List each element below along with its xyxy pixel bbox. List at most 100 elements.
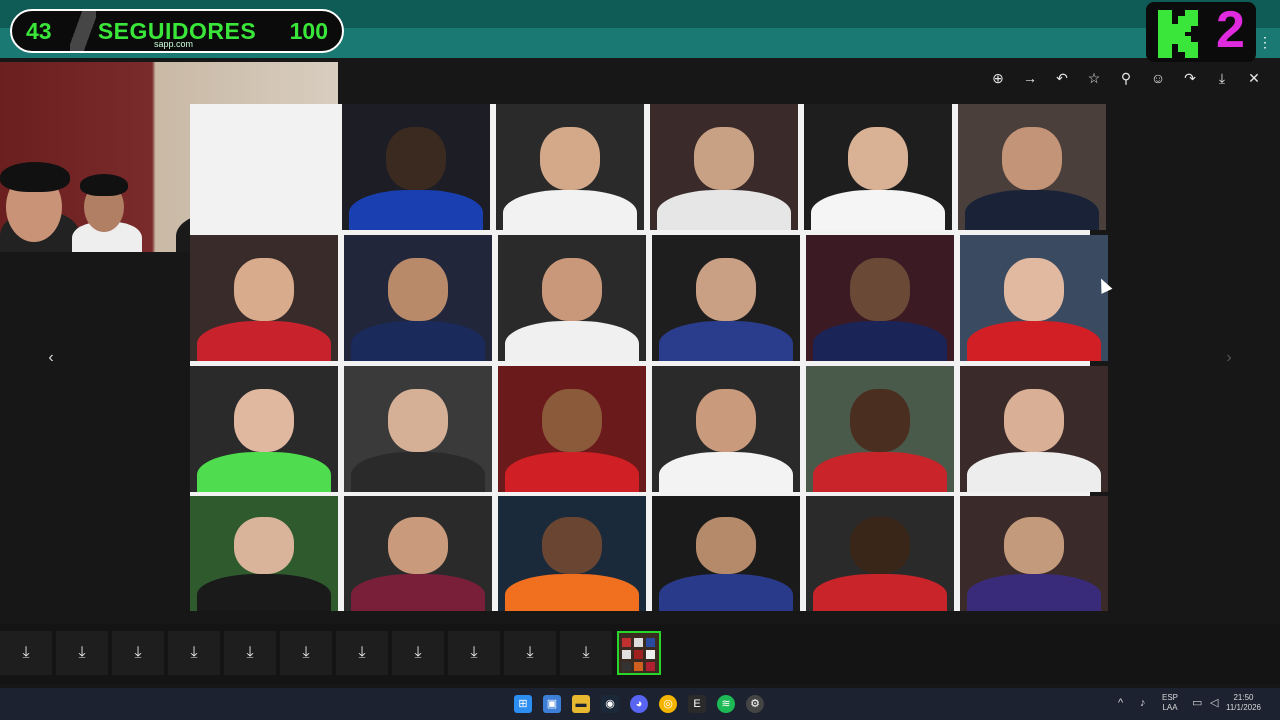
- clock[interactable]: 21:50 11/1/2026: [1226, 693, 1261, 713]
- player-jersey: [813, 574, 947, 611]
- download-icon[interactable]: ⤓: [1212, 68, 1232, 88]
- counter-decoration: [70, 11, 96, 51]
- player-collage-image: [190, 104, 1108, 611]
- kick-logo: 2: [1146, 1, 1256, 62]
- player-jersey: [659, 574, 793, 611]
- player-jersey: [967, 451, 1101, 492]
- share-icon[interactable]: ↷: [1180, 68, 1200, 88]
- player-face: [850, 257, 910, 321]
- download-icon[interactable]: ⤓: [448, 631, 500, 675]
- player-jersey: [351, 574, 485, 611]
- player-photo: [960, 366, 1108, 492]
- player-face: [388, 388, 448, 452]
- spotify-icon[interactable]: ≋: [717, 695, 735, 713]
- player-face: [1004, 516, 1064, 575]
- player-photo: [960, 235, 1108, 361]
- browser-menu-icon[interactable]: ⋮: [1258, 34, 1272, 51]
- player-photo: [190, 235, 338, 361]
- follower-counter: 43 SEGUIDORES 100 sapp.com: [10, 9, 344, 53]
- player-jersey: [967, 574, 1101, 611]
- player-jersey: [505, 451, 639, 492]
- download-icon[interactable]: ⤓: [56, 631, 108, 675]
- player-jersey: [657, 189, 791, 230]
- file-explorer-icon[interactable]: ▬: [572, 695, 590, 713]
- player-face: [1004, 257, 1064, 321]
- player-face: [696, 257, 756, 321]
- player-face: [1004, 388, 1064, 452]
- download-icon[interactable]: ⤓: [0, 631, 52, 675]
- tray-expand-icon[interactable]: ^: [1118, 698, 1123, 709]
- player-jersey: [965, 189, 1099, 230]
- steam-icon[interactable]: ◉: [601, 695, 619, 713]
- player-jersey: [659, 320, 793, 361]
- player-jersey: [351, 451, 485, 492]
- player-photo: [190, 366, 338, 492]
- epic-games-icon[interactable]: E: [688, 695, 706, 713]
- player-face: [234, 516, 294, 575]
- player-photo: [806, 235, 954, 361]
- player-face: [850, 388, 910, 452]
- person-hair: [80, 174, 128, 196]
- player-face: [234, 388, 294, 452]
- download-icon[interactable]: ⤓: [280, 631, 332, 675]
- counter-current: 43: [26, 17, 52, 44]
- player-jersey: [349, 189, 483, 230]
- person-cap: [0, 162, 70, 192]
- clock-date: 11/1/2026: [1226, 703, 1261, 712]
- volume-icon[interactable]: ◁: [1210, 698, 1218, 709]
- next-image-button[interactable]: ›: [1218, 347, 1240, 369]
- player-face: [234, 257, 294, 321]
- player-face: [386, 126, 446, 190]
- selected-thumbnail[interactable]: [617, 631, 661, 675]
- microphone-icon[interactable]: ♪: [1140, 698, 1146, 709]
- player-photo: [958, 104, 1106, 230]
- player-photo: [344, 366, 492, 492]
- player-face: [388, 257, 448, 321]
- download-icon[interactable]: ⤓: [560, 631, 612, 675]
- player-photo: [344, 496, 492, 611]
- photos-icon[interactable]: ▣: [543, 695, 561, 713]
- player-jersey: [659, 451, 793, 492]
- emoji-icon[interactable]: ☺: [1148, 68, 1168, 88]
- undo-icon[interactable]: ↶: [1052, 68, 1072, 88]
- player-face: [696, 516, 756, 575]
- player-jersey: [503, 189, 637, 230]
- player-face: [542, 516, 602, 575]
- download-icon[interactable]: ⤓: [112, 631, 164, 675]
- player-photo: [960, 496, 1108, 611]
- player-photo: [652, 235, 800, 361]
- pin-icon[interactable]: ⚲: [1116, 68, 1136, 88]
- arrow-right-icon[interactable]: →: [1020, 68, 1040, 88]
- player-photo: [652, 496, 800, 611]
- player-photo: [344, 235, 492, 361]
- zoom-in-icon[interactable]: ⊕: [988, 68, 1008, 88]
- player-photo: [190, 496, 338, 611]
- kick-number: 2: [1216, 1, 1245, 59]
- download-icon[interactable]: ⤓: [336, 631, 388, 675]
- player-face: [542, 257, 602, 321]
- language-indicator[interactable]: ESP LAA: [1162, 693, 1178, 713]
- download-icon[interactable]: ⤓: [168, 631, 220, 675]
- download-icon[interactable]: ⤓: [504, 631, 556, 675]
- player-jersey: [505, 320, 639, 361]
- previous-image-button[interactable]: ‹: [40, 347, 62, 369]
- player-photo: [498, 366, 646, 492]
- player-face: [850, 516, 910, 575]
- start-icon[interactable]: ⊞: [514, 695, 532, 713]
- player-face: [540, 126, 600, 190]
- player-jersey: [197, 320, 331, 361]
- player-jersey: [811, 189, 945, 230]
- settings-icon[interactable]: ⚙: [746, 695, 764, 713]
- network-icon[interactable]: ▭: [1192, 698, 1202, 709]
- download-icon[interactable]: ⤓: [224, 631, 276, 675]
- player-photo: [804, 104, 952, 230]
- discord-icon[interactable]: ◕: [630, 695, 648, 713]
- screen: ⋮ 43 SEGUIDORES 100 sapp.com 2 ⊕ → ↶ ☆ ⚲ ☺ ↷ ⤓ ✕…: [0, 0, 1280, 720]
- player-face: [542, 388, 602, 452]
- star-icon[interactable]: ☆: [1084, 68, 1104, 88]
- chrome-icon[interactable]: ◎: [659, 695, 677, 713]
- download-icon[interactable]: ⤓: [392, 631, 444, 675]
- player-photo: [498, 496, 646, 611]
- close-icon[interactable]: ✕: [1244, 68, 1264, 88]
- player-face: [1002, 126, 1062, 190]
